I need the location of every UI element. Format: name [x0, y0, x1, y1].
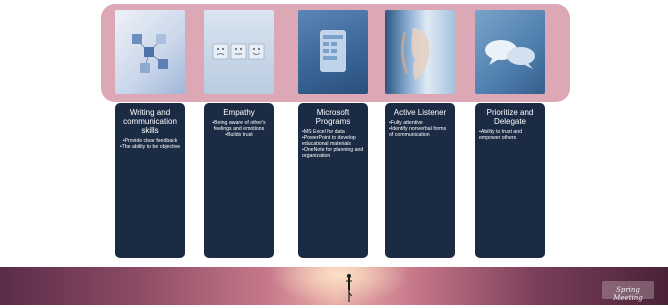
- yoga-figure-icon: [345, 273, 353, 303]
- emoji-faces-icon: [204, 10, 274, 94]
- bullet-item: •PowerPoint to develop educational mater…: [302, 135, 356, 147]
- card-bullets: •Provide clear feedback •The ability to …: [115, 135, 185, 150]
- bullet-item: •Identify nonverbal forms of communicati…: [389, 126, 447, 138]
- card-bullets: •MS Excel for data •PowerPoint to develo…: [298, 126, 368, 159]
- card-box: Active Listener •Fully attentive •Identi…: [385, 103, 455, 258]
- bullet-item: •Ability to trust and empower others: [479, 129, 523, 141]
- card-title: Active Listener: [393, 108, 447, 117]
- card-title: Microsoft Programs: [315, 108, 351, 126]
- card-box: Writing and communication skills •Provid…: [115, 103, 185, 258]
- bullet-item: •Builds trust: [225, 132, 253, 138]
- slide: Writing and communication skills •Provid…: [0, 0, 668, 305]
- bullet-item: •The ability to be objective: [119, 144, 181, 150]
- spring-meeting-logo: Spring Meeting: [602, 281, 654, 302]
- card-box: Prioritize and Delegate •Ability to trus…: [475, 103, 545, 258]
- logo-text: Spring Meeting: [613, 286, 643, 302]
- card-title: Empathy: [223, 108, 255, 117]
- bullet-item: •Being aware of other's feelings and emo…: [212, 120, 266, 132]
- card-box: Empathy •Being aware of other's feelings…: [204, 103, 274, 258]
- bullet-item: •OneNote for planning and organization: [302, 147, 364, 159]
- tablet-icon: [298, 10, 368, 94]
- card-box: Microsoft Programs •MS Excel for data •P…: [298, 103, 368, 258]
- card-title: Prioritize and Delegate: [486, 108, 534, 126]
- card-title: Writing and communication skills: [123, 108, 177, 135]
- card-bullets: •Being aware of other's feelings and emo…: [204, 117, 274, 138]
- card-bullets: •Fully attentive •Identify nonverbal for…: [385, 117, 455, 138]
- speech-bubbles-icon: [475, 10, 545, 94]
- listening-ear-icon: [385, 10, 455, 94]
- footer-banner: [0, 267, 668, 305]
- card-bullets: •Ability to trust and empower others: [475, 126, 545, 141]
- communication-network-icon: [115, 10, 185, 94]
- sunset-glow: [270, 267, 410, 305]
